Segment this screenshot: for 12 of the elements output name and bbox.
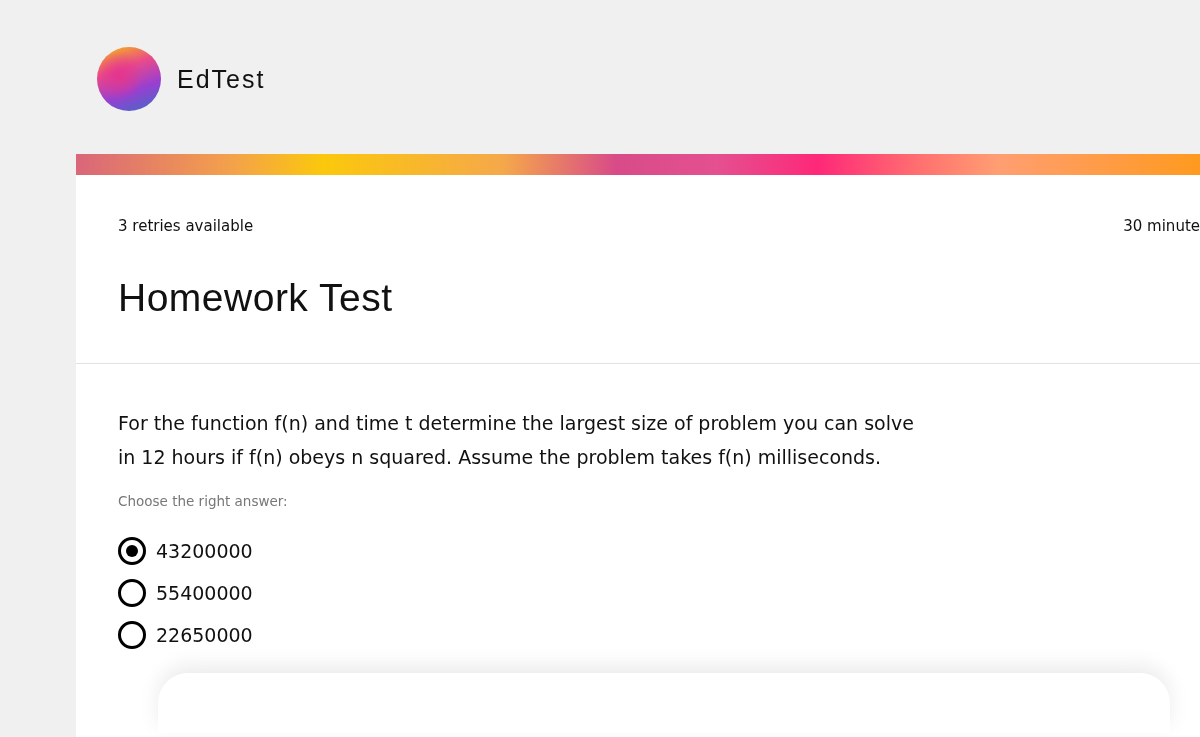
answer-prompt: Choose the right answer: (118, 492, 289, 511)
time-text: 30 minute (1123, 217, 1200, 235)
answer-option[interactable]: 43200000 (118, 533, 253, 569)
radio-button[interactable] (118, 537, 146, 565)
retries-text: 3 retries available (118, 217, 254, 235)
radio-button[interactable] (118, 621, 146, 649)
question-text: For the function f(n) and time t determine the largest size of problem you can solve in 12 hours if f(n) obeys n squared. Assume the problem takes f(n) milliseconds. (118, 411, 915, 470)
test-title: Homework Test (118, 275, 394, 321)
answer-option[interactable]: 22650000 (118, 617, 253, 653)
radio-button[interactable] (118, 579, 146, 607)
brand-name: EdTest (177, 64, 266, 94)
answer-option[interactable]: 55400000 (118, 575, 253, 611)
